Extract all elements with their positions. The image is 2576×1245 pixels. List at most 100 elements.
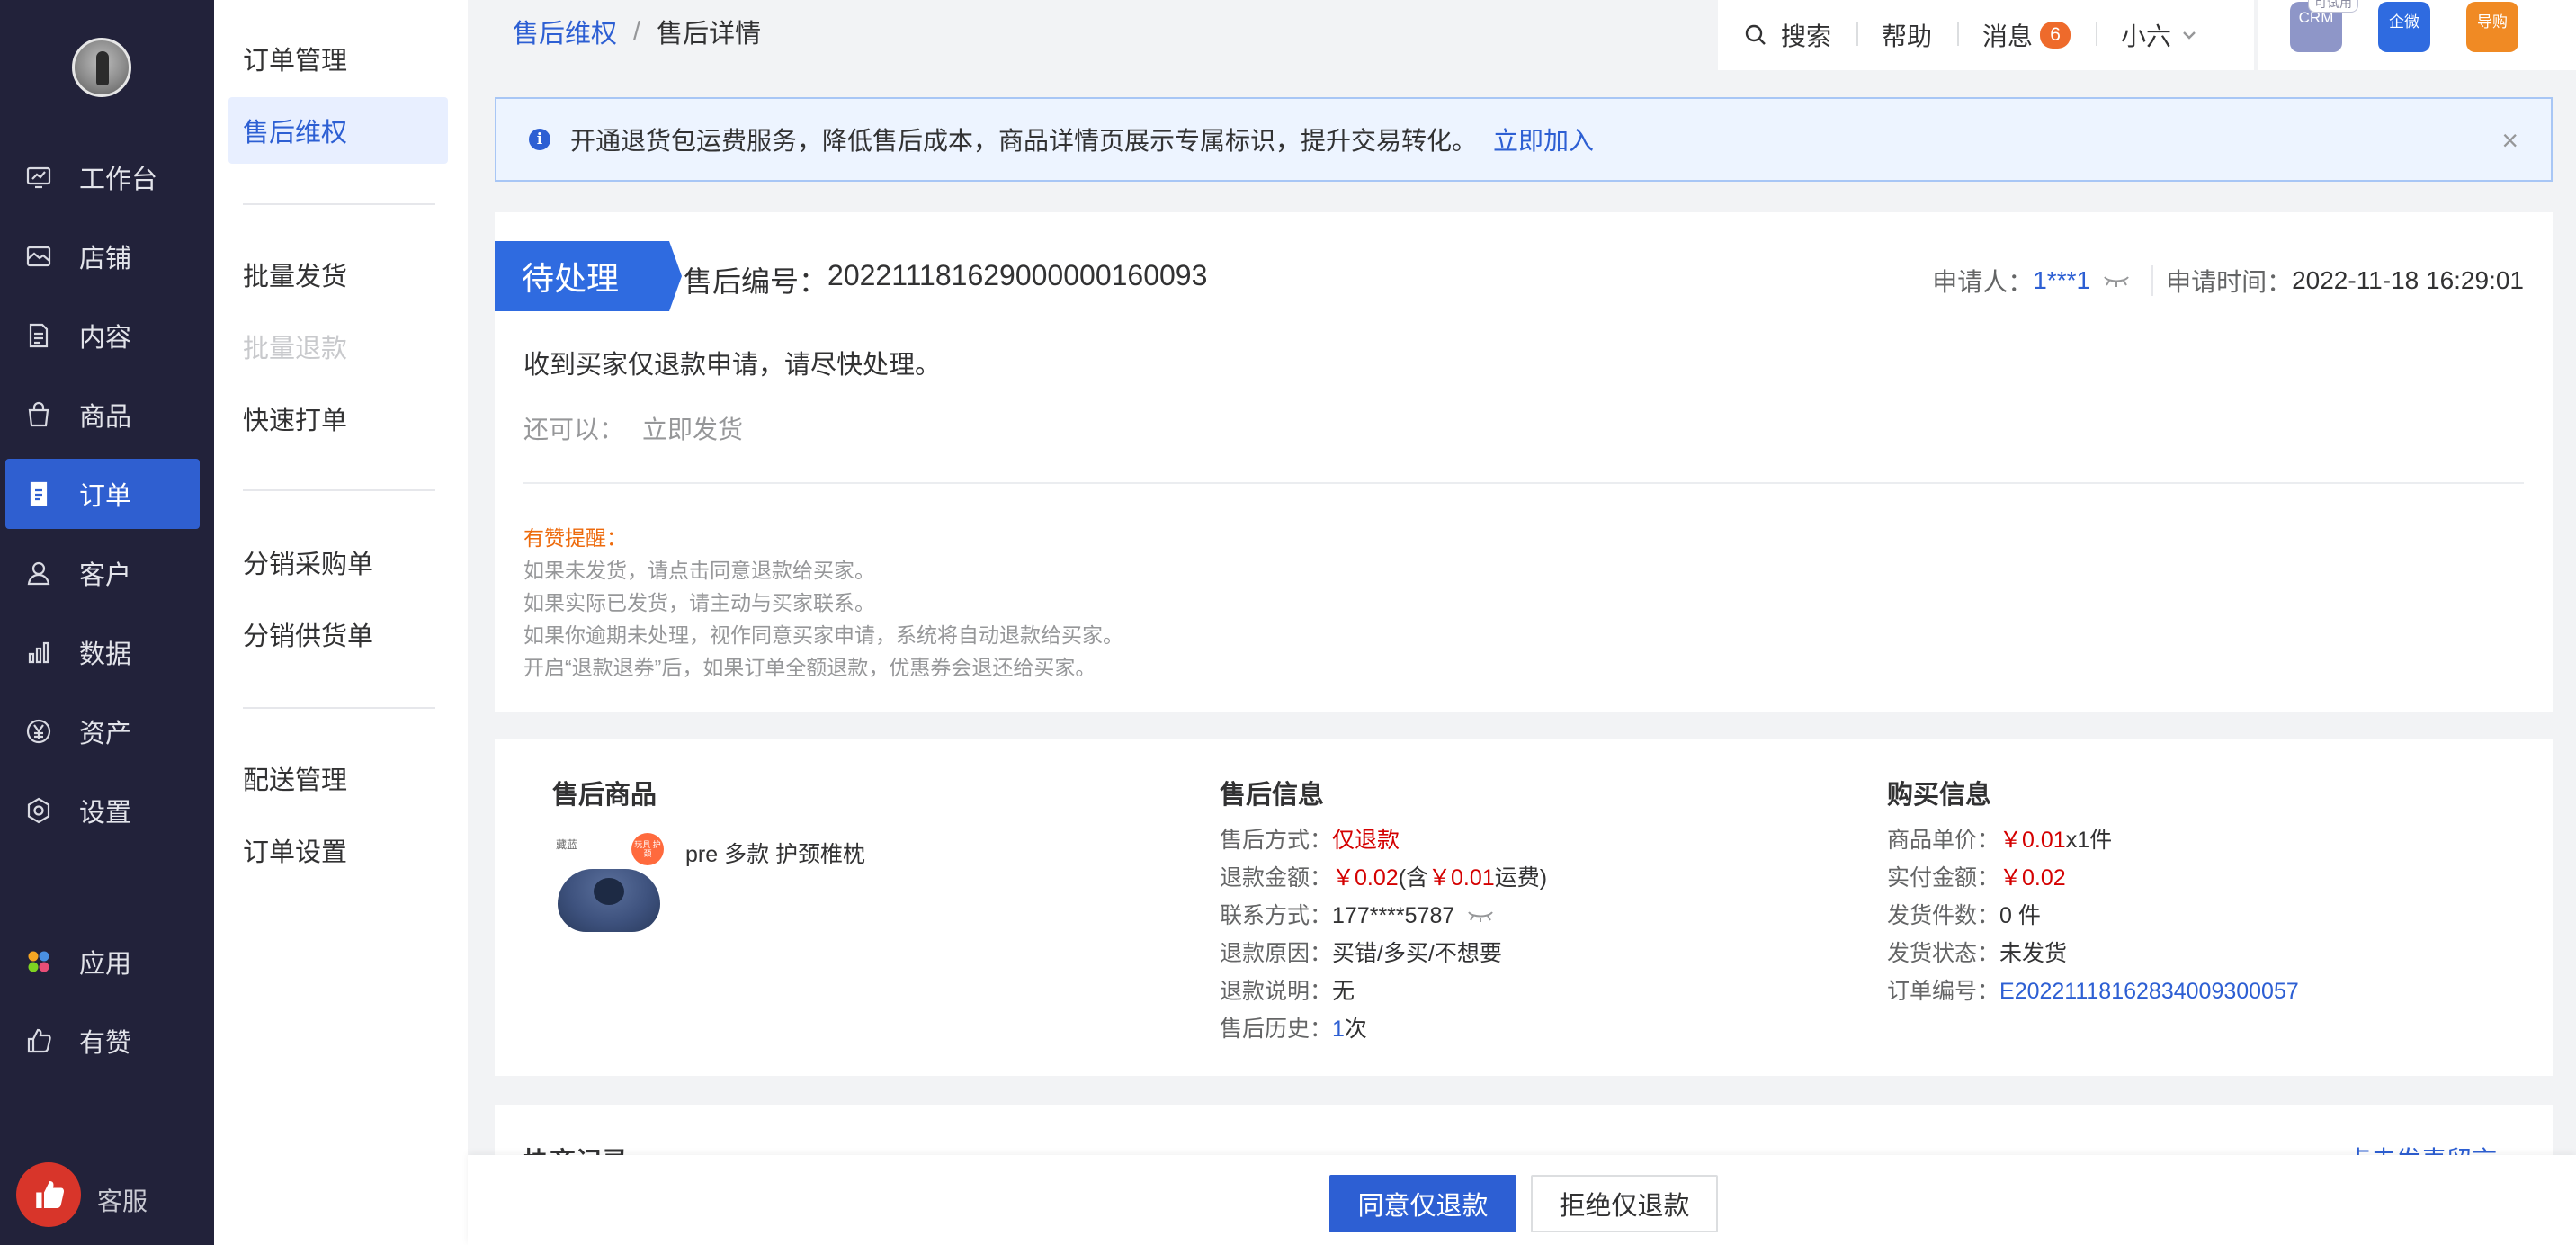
nav-label: 客户 [79, 561, 132, 590]
nav-item-content[interactable]: 内容 [5, 300, 200, 371]
messages-button[interactable]: 消息 6 [1957, 17, 2096, 53]
main-sidebar: 工作台 店铺 内容 商品 订单 客户 数据 资产 设置 应用 有赞 客服 [0, 0, 214, 1245]
status-badge: 待处理 [495, 241, 682, 311]
workbench-icon [23, 162, 54, 193]
breadcrumb-separator: / [633, 16, 641, 46]
promo-notice: i 开通退货包运费服务，降低售后成本，商品详情页展示专属标识，提升交易转化。 立… [495, 97, 2553, 182]
aftersale-number-value: 202211181629000000160093 [827, 259, 1208, 291]
eye-closed-icon[interactable] [1467, 909, 1494, 923]
info-icon: i [529, 129, 550, 150]
applicant-link[interactable]: 1***1 [2033, 266, 2090, 295]
order-number-link[interactable]: E20221118162834009300057 [1999, 972, 2299, 1010]
field-label: 联系方式： [1220, 903, 1333, 928]
nav-item-data[interactable]: 数据 [5, 617, 200, 687]
aftersale-number-label: 售后编号： [684, 265, 828, 298]
nav-item-goods[interactable]: 商品 [5, 380, 200, 450]
nav-item-apps[interactable]: 应用 [5, 927, 200, 997]
ship-status-row: 发货状态： 未发货 [1887, 935, 2299, 972]
product-image-brand: 藏蓝 [556, 838, 578, 851]
ship-status-value: 未发货 [1999, 941, 2068, 966]
product-thumbnail[interactable]: 藏蓝 玩具 护颈 [552, 833, 664, 941]
store-icon [23, 241, 54, 272]
nav-label: 数据 [79, 640, 132, 669]
aftersale-history-row: 售后历史： 1 次 [1220, 1010, 1547, 1048]
field-label: 售后方式： [1220, 828, 1333, 853]
nav-item-youzan[interactable]: 有赞 [5, 1006, 200, 1076]
message-count-badge: 6 [2040, 22, 2071, 49]
messages-label: 消息 [1982, 22, 2034, 50]
subnav-item-batch-ship[interactable]: 批量发货 [228, 241, 448, 308]
reject-refund-button[interactable]: 拒绝仅退款 [1531, 1175, 1718, 1232]
unit-price-value: ￥0.01 [1999, 828, 2066, 853]
nav-item-asset[interactable]: 资产 [5, 696, 200, 766]
eye-closed-icon[interactable] [2103, 273, 2130, 288]
refund-amount-note: (含 [1398, 865, 1429, 891]
contact-value: 177****5787 [1332, 903, 1455, 928]
subnav-item-quick-print[interactable]: 快速打单 [228, 385, 448, 452]
field-label: 退款说明： [1220, 979, 1333, 1004]
shop-avatar[interactable] [72, 38, 131, 97]
nav-label: 工作台 [79, 166, 158, 194]
subnav-item-dist-purchase[interactable]: 分销采购单 [228, 529, 448, 596]
nav-item-settings[interactable]: 设置 [5, 775, 200, 846]
aftersale-info-card: 售后商品 藏蓝 玩具 护颈 pre 多款 护颈椎枕 售后信息 售后方式： 仅退款… [495, 739, 2553, 1076]
order-number-row: 订单编号： E20221118162834009300057 [1887, 972, 2299, 1010]
user-menu[interactable]: 小六 [2096, 17, 2223, 53]
nav-label: 有赞 [79, 1029, 132, 1058]
other-actions: 还可以： 立即发货 [523, 410, 743, 446]
tip-line: 开启“退款退券”后，如果订单全额退款，优惠券会退还给买家。 [523, 656, 1096, 679]
chevron-down-icon [2183, 31, 2196, 40]
refund-amount-value: ￥0.02 [1332, 865, 1399, 891]
aftersale-status-card: 待处理 售后编号： 202211181629000000160093 申请人： … [495, 212, 2553, 712]
search-button[interactable]: 搜索 [1718, 17, 1856, 53]
shipped-count-value: 0 件 [1999, 903, 2041, 928]
breadcrumb-link-aftersale[interactable]: 售后维权 [513, 13, 617, 50]
crm-app-button[interactable]: 可试用 CRM [2290, 0, 2358, 52]
unit-price-row: 商品单价： ￥0.01 x1件 [1887, 821, 2299, 859]
quantity-value: x1件 [2065, 828, 2113, 853]
qiwei-icon: 企微 [2389, 13, 2419, 31]
subnav-item-order-settings[interactable]: 订单设置 [228, 817, 448, 883]
qiwei-app-button[interactable]: 企微 [2378, 2, 2430, 52]
breadcrumb-current: 售后详情 [657, 20, 762, 49]
nav-item-workbench[interactable]: 工作台 [5, 142, 200, 212]
settings-icon [23, 795, 54, 826]
search-label: 搜索 [1781, 22, 1832, 50]
nav-label: 内容 [79, 324, 132, 353]
paid-amount-row: 实付金额： ￥0.02 [1887, 859, 2299, 897]
subnav-item-dist-supply[interactable]: 分销供货单 [228, 601, 448, 667]
agree-refund-button[interactable]: 同意仅退款 [1329, 1175, 1516, 1232]
subnav-item-delivery[interactable]: 配送管理 [228, 745, 448, 811]
subnav-item-aftersale[interactable]: 售后维权 [228, 97, 448, 164]
aftersale-history-link[interactable]: 1 [1332, 1010, 1345, 1048]
nav-item-order[interactable]: 订单 [5, 459, 200, 529]
join-now-link[interactable]: 立即加入 [1493, 121, 1594, 157]
nav-label: 设置 [79, 799, 132, 828]
subnav-divider [243, 707, 435, 709]
close-icon[interactable]: × [2501, 124, 2518, 157]
content-icon [23, 320, 54, 351]
top-toolbar: 搜索 帮助 消息 6 小六 [1718, 0, 2254, 70]
help-button[interactable]: 帮助 [1856, 17, 1957, 53]
refund-amount-note: 运费) [1494, 865, 1548, 891]
refund-desc-value: 无 [1332, 979, 1355, 1004]
nav-label: 应用 [79, 950, 132, 979]
subnav-item-order-manage[interactable]: 订单管理 [228, 25, 448, 92]
nav-item-store[interactable]: 店铺 [5, 221, 200, 291]
field-label: 退款金额： [1220, 865, 1333, 891]
data-icon [23, 637, 54, 667]
notice-text: 开通退货包运费服务，降低售后成本，商品详情页展示专属标识，提升交易转化。 [570, 127, 1478, 155]
nav-item-customer[interactable]: 客户 [5, 538, 200, 608]
help-label: 帮助 [1882, 22, 1933, 50]
customer-service-button[interactable] [16, 1162, 81, 1227]
product-name-link[interactable]: pre 多款 护颈椎枕 [685, 837, 865, 869]
product-image-sticker: 玩具 护颈 [631, 833, 664, 865]
ship-now-link[interactable]: 立即发货 [642, 410, 743, 446]
customer-service-label[interactable]: 客服 [97, 1182, 148, 1218]
subnav-item-batch-refund: 批量退款 [243, 335, 348, 363]
daogou-app-button[interactable]: 导购 [2466, 2, 2518, 52]
nav-label: 资产 [79, 720, 132, 748]
status-badge-text: 待处理 [522, 260, 620, 297]
refund-reason-value: 买错/多买/不想要 [1332, 941, 1502, 966]
aftersale-history-unit: 次 [1344, 1017, 1367, 1042]
